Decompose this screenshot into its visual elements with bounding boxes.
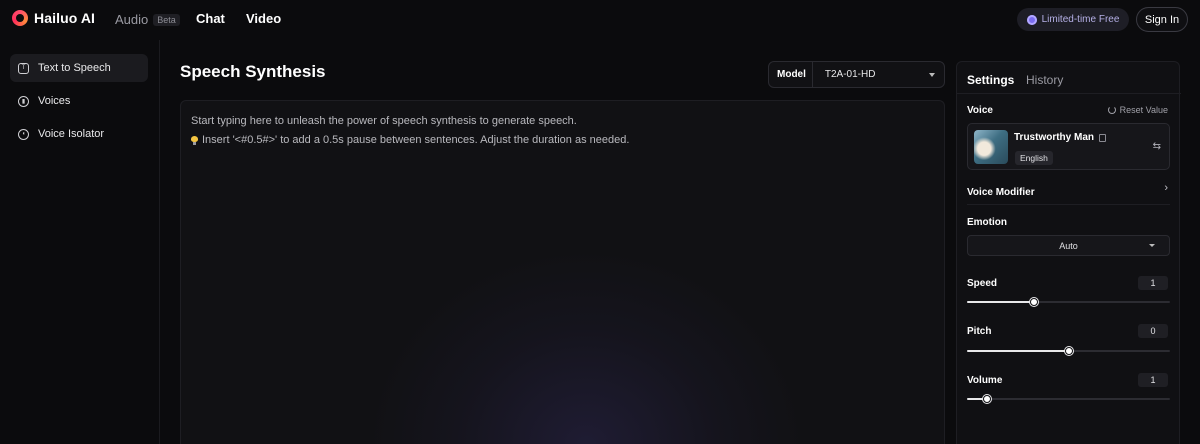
emotion-select[interactable]: Auto (967, 235, 1170, 256)
brand-name: Hailuo AI (34, 10, 96, 26)
reset-icon (1107, 106, 1116, 114)
pitch-label: Pitch (967, 326, 992, 337)
voice-name: Trustworthy Man (1014, 132, 1095, 143)
pitch-value[interactable]: 0 (1138, 324, 1168, 338)
speed-slider-thumb[interactable] (1029, 298, 1038, 306)
editor-tip: Insert '<#0.5#>' to add a 0.5s pause bet… (191, 134, 629, 146)
sidebar-item-label: Voices (38, 95, 71, 107)
model-value: T2A-01-HD (824, 69, 876, 80)
brand[interactable]: Hailuo AI (12, 10, 95, 26)
chevron-right-icon: › (1164, 182, 1168, 194)
sidebar-item-voice-isolator[interactable]: ◖ Voice Isolator (10, 120, 148, 148)
sidebar-item-voices[interactable]: ▮ Voices (10, 87, 148, 115)
sidebar-item-label: Voice Isolator (38, 128, 105, 140)
copy-icon[interactable] (1099, 133, 1107, 142)
sign-in-button[interactable]: Sign In (1136, 7, 1188, 32)
voices-icon: ▮ (18, 95, 29, 107)
emotion-label: Emotion (967, 217, 1007, 228)
voice-language-tag: English (1015, 151, 1053, 165)
chevron-down-icon (929, 73, 935, 77)
model-select[interactable]: Model T2A-01-HD (768, 61, 945, 88)
speed-slider[interactable] (967, 298, 1170, 306)
nav-video[interactable]: Video (246, 11, 281, 26)
editor-tip-text: Insert '<#0.5#>' to add a 0.5s pause bet… (202, 134, 630, 146)
voice-modifier-row[interactable]: Voice Modifier › (967, 182, 1170, 204)
speed-slider-fill (967, 301, 1034, 303)
reset-value-button[interactable]: Reset Value (1107, 105, 1168, 115)
beta-badge: Beta (153, 13, 180, 26)
voice-modifier-label: Voice Modifier (967, 187, 1035, 198)
voice-avatar (974, 130, 1008, 164)
reset-label: Reset Value (1119, 105, 1168, 115)
sidebar-item-text-to-speech[interactable]: T Text to Speech (10, 54, 148, 82)
tab-divider (957, 93, 1181, 94)
sidebar-item-label: Text to Speech (38, 62, 111, 74)
editor-placeholder: Start typing here to unleash the power o… (191, 115, 577, 127)
volume-label: Volume (967, 375, 1003, 386)
tab-history[interactable]: History (1026, 73, 1063, 87)
divider (967, 204, 1170, 205)
model-divider (811, 61, 813, 88)
tab-settings[interactable]: Settings (967, 73, 1014, 87)
hailuo-logo-icon (12, 10, 28, 26)
volume-slider-thumb[interactable] (983, 395, 992, 403)
promo-label: Limited-time Free (1041, 14, 1120, 25)
pitch-slider-thumb[interactable] (1064, 347, 1073, 355)
nav-audio-label: Audio (115, 12, 149, 27)
pitch-slider[interactable] (967, 347, 1170, 355)
text-editor[interactable]: Start typing here to unleash the power o… (180, 100, 945, 444)
top-bar: Hailuo AI Audio Beta Chat Video Limited-… (0, 0, 1200, 40)
pitch-slider-fill (967, 350, 1069, 352)
voice-card[interactable]: Trustworthy Man English ⇆ (967, 123, 1170, 170)
limited-time-free-badge[interactable]: Limited-time Free (1017, 8, 1129, 31)
promo-icon (1026, 14, 1037, 25)
emotion-value: Auto (1059, 240, 1078, 251)
sidebar: T Text to Speech ▮ Voices ◖ Voice Isolat… (0, 40, 160, 444)
page-title: Speech Synthesis (180, 62, 326, 81)
volume-value[interactable]: 1 (1138, 373, 1168, 387)
speed-value[interactable]: 1 (1138, 276, 1168, 290)
settings-panel: Settings History Voice Reset Value Trust… (956, 61, 1181, 444)
swap-icon[interactable]: ⇆ (1153, 141, 1161, 152)
voice-label: Voice (967, 105, 993, 116)
text-speech-icon: T (18, 62, 29, 74)
voice-name-row: Trustworthy Man (1014, 132, 1107, 143)
model-label: Model (777, 69, 806, 80)
nav-chat[interactable]: Chat (196, 11, 225, 26)
chevron-down-icon (1149, 244, 1155, 247)
voice-isolator-icon: ◖ (18, 128, 29, 140)
nav-audio[interactable]: Audio Beta (115, 12, 180, 27)
speed-label: Speed (967, 278, 998, 289)
volume-slider[interactable] (967, 395, 1170, 403)
lightbulb-icon (191, 135, 198, 145)
